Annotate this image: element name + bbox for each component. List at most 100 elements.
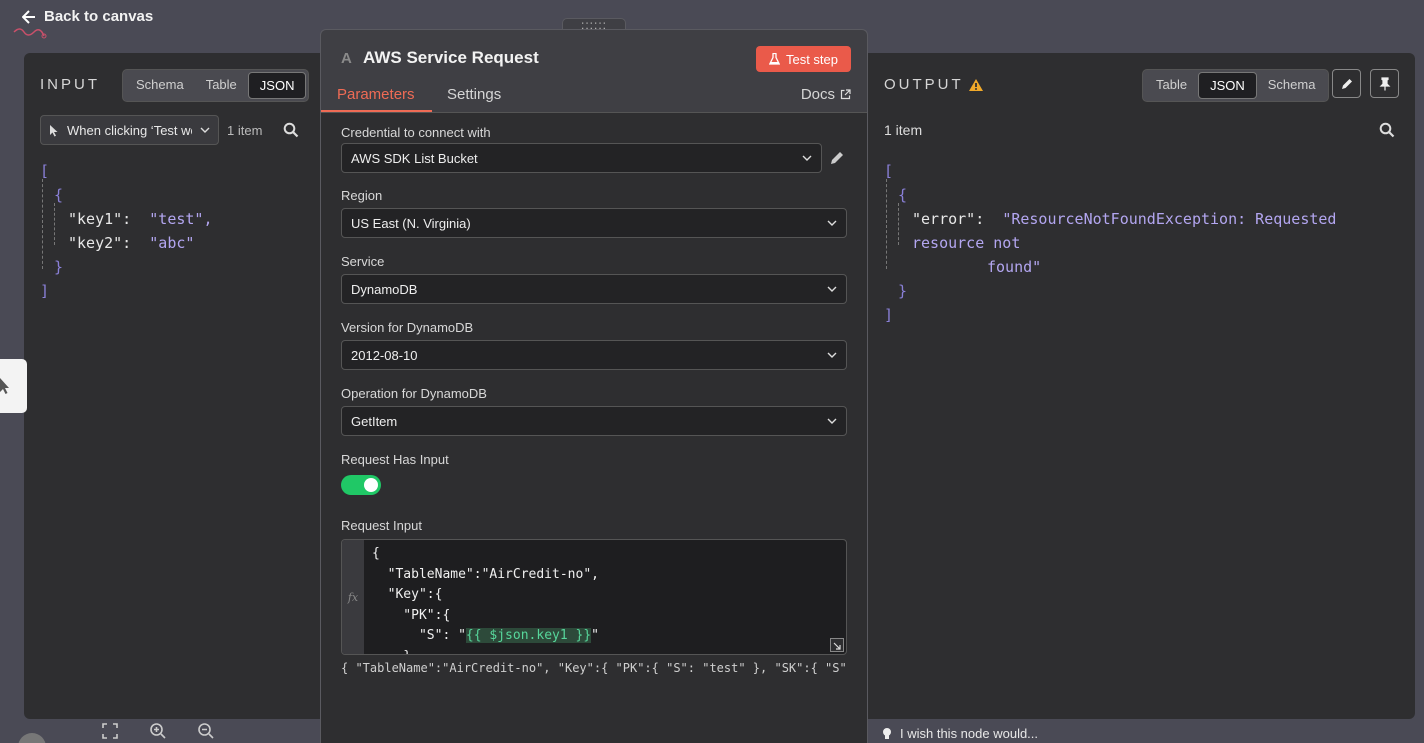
json-brace: } (54, 258, 64, 276)
input-item-count: 1 item (227, 123, 263, 138)
input-node-select[interactable]: When clicking ‘Test wo (40, 115, 219, 145)
docs-link[interactable]: Docs (801, 86, 851, 103)
input-tab-schema[interactable]: Schema (125, 72, 195, 99)
docs-label: Docs (800, 86, 835, 103)
json-brace: } (898, 282, 908, 300)
input-tab-table[interactable]: Table (195, 72, 248, 99)
feedback-link[interactable]: I wish this node would... (882, 726, 1038, 741)
chevron-down-icon (802, 155, 812, 161)
expand-editor-icon[interactable] (830, 638, 844, 652)
code-line: "TableName":"AirCredit-no", (372, 566, 599, 582)
tab-settings[interactable]: Settings (447, 86, 501, 103)
edit-output-button[interactable] (1332, 69, 1361, 98)
tab-parameters[interactable]: Parameters (337, 86, 415, 103)
chevron-down-icon (827, 220, 837, 226)
request-has-input-label: Request Has Input (341, 452, 449, 467)
flask-icon (768, 53, 780, 65)
operation-select[interactable]: GetItem (341, 406, 847, 436)
input-panel: INPUT Schema Table JSON When clicking ‘T… (24, 53, 321, 719)
back-label: Back to canvas (44, 8, 154, 25)
node-type-icon: A (341, 50, 352, 67)
avatar[interactable] (18, 733, 46, 743)
edit-credential-icon[interactable] (829, 150, 845, 166)
pin-output-button[interactable] (1370, 69, 1399, 98)
json-key: "key1": (68, 210, 132, 228)
json-key: "key2": (68, 234, 132, 252)
input-view-switch: Schema Table JSON (122, 69, 310, 102)
json-value: "abc" (149, 234, 195, 252)
service-select[interactable]: DynamoDB (341, 274, 847, 304)
arrow-left-icon (22, 9, 35, 24)
chevron-down-icon (827, 352, 837, 358)
request-has-input-toggle[interactable] (341, 475, 381, 495)
input-title: INPUT (40, 76, 100, 93)
input-collapse-tab[interactable] (0, 359, 27, 413)
canvas-connection-icon (13, 28, 47, 39)
node-title[interactable]: AWS Service Request (363, 48, 539, 68)
expression-fx-icon[interactable]: fx (342, 540, 364, 654)
output-title-row: OUTPUT (884, 76, 984, 93)
json-key: "error": (912, 210, 985, 228)
cursor-icon (0, 378, 9, 394)
node-parameters-panel: A AWS Service Request Test step Paramete… (320, 29, 868, 743)
credential-select[interactable]: AWS SDK List Bucket (341, 143, 822, 173)
output-search-icon[interactable] (1379, 122, 1395, 138)
input-search-icon[interactable] (283, 122, 299, 138)
output-tab-schema[interactable]: Schema (1257, 72, 1327, 99)
version-value: 2012-08-10 (351, 347, 418, 363)
code-line: { (372, 546, 380, 561)
pin-icon (1379, 76, 1390, 90)
parameters-body: Credential to connect with AWS SDK List … (321, 113, 867, 743)
expression-result-preview: { "TableName":"AirCredit-no", "Key":{ "P… (341, 661, 847, 675)
request-input-editor[interactable]: fx { "TableName":"AirCredit-no", "Key":{… (341, 539, 847, 655)
code-content: { "TableName":"AirCredit-no", "Key":{ "P… (372, 544, 599, 654)
region-value: US East (N. Virginia) (351, 215, 471, 231)
region-label: Region (341, 188, 383, 203)
json-bracket: ] (884, 306, 894, 324)
output-tab-json[interactable]: JSON (1198, 72, 1257, 99)
back-to-canvas-button[interactable]: Back to canvas (22, 8, 153, 25)
output-panel: OUTPUT Table JSON Schema 1 item [ { "err… (867, 53, 1415, 719)
chevron-down-icon (200, 127, 210, 133)
lightbulb-icon (883, 727, 891, 739)
canvas-bottom-bar (0, 719, 1424, 743)
code-line: "PK":{ (372, 607, 451, 623)
test-step-button[interactable]: Test step (755, 46, 851, 72)
json-brace: { (898, 186, 908, 204)
json-bracket: [ (884, 162, 894, 180)
code-line: "S": "{{ $json.key1 }}" (372, 626, 599, 647)
credential-value: AWS SDK List Bucket (351, 150, 478, 166)
expression-highlight: {{ $json.key1 }} (465, 628, 592, 643)
node-tabs: Parameters Settings Docs (321, 86, 867, 113)
service-value: DynamoDB (351, 281, 418, 297)
test-step-label: Test step (785, 51, 838, 67)
output-json-viewer: [ { "error": "ResourceNotFoundException:… (884, 159, 1415, 327)
code-line: "Key":{ (372, 587, 443, 602)
expand-arrow (833, 642, 841, 650)
input-node-select-value: When clicking ‘Test wo (67, 122, 192, 138)
json-value-continued: found" (987, 258, 1042, 276)
credential-label: Credential to connect with (341, 125, 491, 140)
input-json-viewer: [ { "key1": "test", "key2": "abc" } ] (40, 159, 213, 303)
active-tab-indicator (321, 110, 432, 112)
chevron-down-icon (827, 286, 837, 292)
output-item-count: 1 item (884, 122, 923, 138)
feedback-label: I wish this node would... (900, 726, 1039, 741)
output-tab-table[interactable]: Table (1145, 72, 1198, 99)
region-select[interactable]: US East (N. Virginia) (341, 208, 847, 238)
request-input-label: Request Input (341, 518, 422, 533)
external-link-icon (840, 89, 851, 100)
json-bracket: ] (40, 282, 50, 300)
version-select[interactable]: 2012-08-10 (341, 340, 847, 370)
operation-value: GetItem (351, 413, 398, 429)
json-bracket: [ (40, 162, 50, 180)
operation-label: Operation for DynamoDB (341, 386, 487, 401)
json-value: "test", (149, 210, 213, 228)
code-segment: "S": " (372, 628, 466, 643)
zoom-out-icon[interactable] (197, 722, 215, 740)
fit-view-icon[interactable] (101, 722, 119, 740)
zoom-in-icon[interactable] (149, 722, 167, 740)
pencil-icon (1341, 78, 1352, 89)
cursor-icon (50, 124, 58, 136)
input-tab-json[interactable]: JSON (247, 72, 307, 99)
